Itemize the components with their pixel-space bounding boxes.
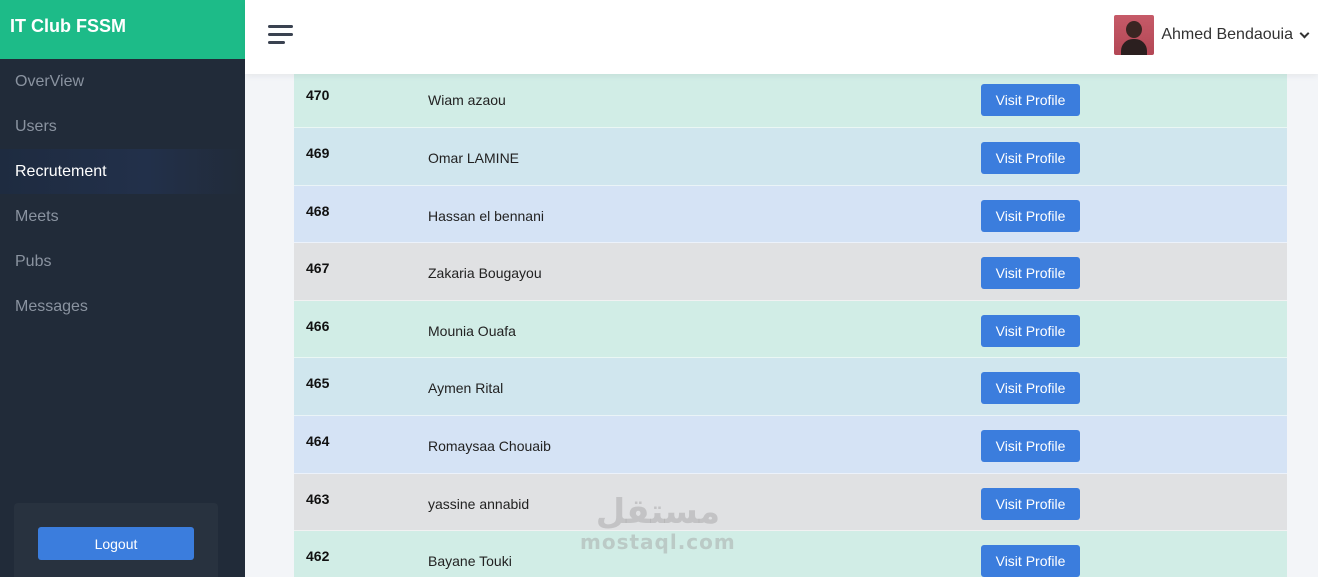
- user-menu[interactable]: Ahmed Bendaouia: [1114, 15, 1310, 55]
- visit-profile-button[interactable]: Visit Profile: [981, 257, 1080, 290]
- logout-button[interactable]: Logout: [38, 527, 194, 560]
- row-name: Aymen Rital: [428, 380, 504, 397]
- row-name: yassine annabid: [428, 495, 530, 512]
- row-id: 467: [306, 260, 330, 277]
- visit-profile-button[interactable]: Visit Profile: [981, 545, 1080, 577]
- table-row: 466 Mounia Ouafa Visit Profile: [294, 300, 1287, 359]
- sidebar-item-users[interactable]: Users: [0, 104, 245, 149]
- sidebar-item-meets[interactable]: Meets: [0, 194, 245, 239]
- row-name: Wiam azaou: [428, 92, 506, 108]
- visit-profile-button[interactable]: Visit Profile: [981, 314, 1080, 347]
- row-name: Romaysaa Chouaib: [428, 437, 551, 454]
- row-name: Omar LAMINE: [428, 150, 520, 166]
- sidebar: IT Club FSSM OverView Users Recrutement …: [0, 0, 245, 577]
- row-id: 469: [306, 145, 330, 161]
- visit-profile-button[interactable]: Visit Profile: [981, 487, 1080, 520]
- table-row: 464 Romaysaa Chouaib Visit Profile: [294, 415, 1287, 474]
- chevron-down-icon: [1299, 28, 1310, 38]
- table-row: 470 Wiam azaou Visit Profile: [294, 70, 1287, 128]
- visit-profile-button[interactable]: Visit Profile: [981, 372, 1080, 405]
- table-row: 465 Aymen Rital Visit Profile: [294, 358, 1287, 416]
- sidebar-item-messages[interactable]: Messages: [0, 284, 245, 329]
- table-row: 469 Omar LAMINE Visit Profile: [294, 128, 1287, 186]
- sidebar-item-recrutement[interactable]: Recrutement: [0, 149, 245, 194]
- row-name: Mounia Ouafa: [428, 322, 516, 339]
- row-id: 466: [306, 317, 330, 334]
- visit-profile-button[interactable]: Visit Profile: [981, 429, 1080, 462]
- topbar: Ahmed Bendaouia: [245, 0, 1318, 74]
- row-id: 468: [306, 202, 330, 219]
- visit-profile-button[interactable]: Visit Profile: [981, 84, 1080, 116]
- row-id: 470: [306, 87, 330, 103]
- avatar: [1114, 15, 1155, 55]
- hamburger-icon[interactable]: [268, 25, 293, 45]
- sidebar-nav: OverView Users Recrutement Meets Pubs Me…: [0, 59, 245, 329]
- row-id: 464: [306, 432, 330, 449]
- row-id: 463: [306, 490, 330, 507]
- row-id: 465: [306, 375, 330, 392]
- row-name: Hassan el bennani: [428, 207, 544, 224]
- logout-panel: Logout: [14, 503, 218, 577]
- app: IT Club FSSM OverView Users Recrutement …: [0, 0, 1318, 577]
- table-row: 467 Zakaria Bougayou Visit Profile: [294, 243, 1287, 301]
- row-id: 462: [306, 548, 330, 565]
- sidebar-item-overview[interactable]: OverView: [0, 59, 245, 104]
- row-name: Zakaria Bougayou: [428, 265, 542, 282]
- visit-profile-button[interactable]: Visit Profile: [981, 199, 1080, 232]
- row-name: Bayane Touki: [428, 553, 512, 570]
- table-row: 468 Hassan el bennani Visit Profile: [294, 185, 1287, 244]
- table-row: 463 yassine annabid Visit Profile: [294, 473, 1287, 532]
- candidates-table: 470 Wiam azaou Visit Profile 469 Omar LA…: [294, 70, 1287, 577]
- sidebar-item-pubs[interactable]: Pubs: [0, 239, 245, 284]
- user-name: Ahmed Bendaouia: [1161, 26, 1293, 43]
- visit-profile-button[interactable]: Visit Profile: [981, 142, 1080, 174]
- table-row: 462 Bayane Touki Visit Profile: [294, 531, 1287, 577]
- brand-title: IT Club FSSM: [0, 0, 245, 59]
